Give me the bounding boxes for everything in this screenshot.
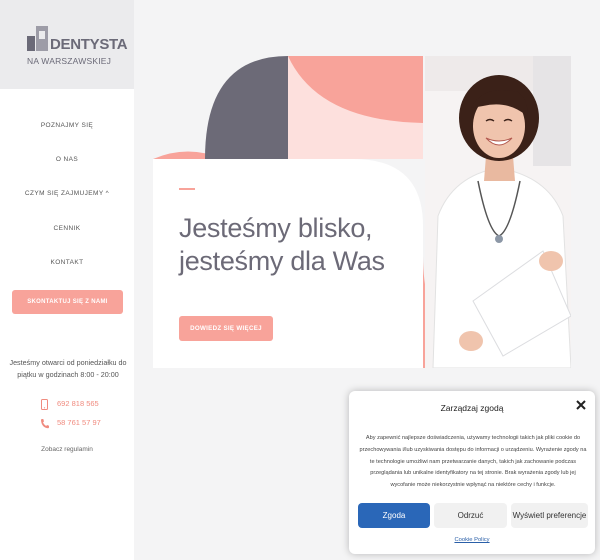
close-icon[interactable] [576, 400, 586, 410]
phone-mobile-number: 692 818 565 [57, 399, 99, 408]
phone-landline-number: 58 761 57 97 [57, 418, 101, 427]
cookie-dialog-title: Zarządzaj zgodą [440, 403, 504, 413]
nav-item-kontakt[interactable]: KONTAKT [0, 259, 134, 266]
dentist-photo [425, 56, 571, 368]
phone-icon [41, 419, 49, 429]
opening-hours-text: Jesteśmy otwarci od poniedziałku do piąt… [9, 358, 127, 379]
nav-item-cennik[interactable]: CENNIK [0, 225, 134, 232]
dark-quarter-shape [205, 56, 288, 159]
nav-item-o-nas[interactable]: O NAS [0, 156, 134, 163]
reject-cookies-button[interactable]: Odrzuć [434, 503, 507, 528]
logo-title: DENTYSTA [50, 36, 128, 53]
cookie-policy-link[interactable]: Cookie Policy [349, 537, 595, 543]
tooth-logo-icon [27, 26, 48, 51]
nav-item-poznajmy-sie[interactable]: POZNAJMY SIĘ [0, 122, 134, 129]
cookie-consent-dialog: Zarządzaj zgodą Aby zapewnić najlepsze d… [349, 391, 595, 554]
view-preferences-button[interactable]: Wyświetl preferencje [511, 503, 588, 528]
cookie-dialog-text: Aby zapewnić najlepsze doświadczenia, uż… [359, 435, 587, 489]
terms-link[interactable]: Zobacz regulamin [0, 446, 134, 453]
logo-subtitle: NA WARSZAWSKIEJ [27, 56, 112, 66]
hero-title-line-1: Jesteśmy blisko, [179, 213, 373, 243]
hero-title-line-2: jesteśmy dla Was [179, 246, 385, 276]
sidebar: DENTYSTA NA WARSZAWSKIEJ POZNAJMY SIĘ O … [0, 0, 134, 560]
hero-title: Jesteśmy blisko, jesteśmy dla Was [179, 212, 385, 278]
mobile-phone-icon [41, 399, 48, 410]
contact-us-button[interactable]: SKONTAKTUJ SIĘ Z NAMI [12, 290, 123, 314]
logo[interactable]: DENTYSTA NA WARSZAWSKIEJ [0, 0, 134, 89]
learn-more-button[interactable]: DOWIEDZ SIĘ WIĘCEJ [179, 316, 273, 341]
accept-cookies-button[interactable]: Zgoda [358, 503, 430, 528]
hero-accent-line [179, 188, 195, 190]
nav-item-czym-sie-zajmujemy[interactable]: CZYM SIĘ ZAJMUJEMY ^ [0, 190, 134, 197]
